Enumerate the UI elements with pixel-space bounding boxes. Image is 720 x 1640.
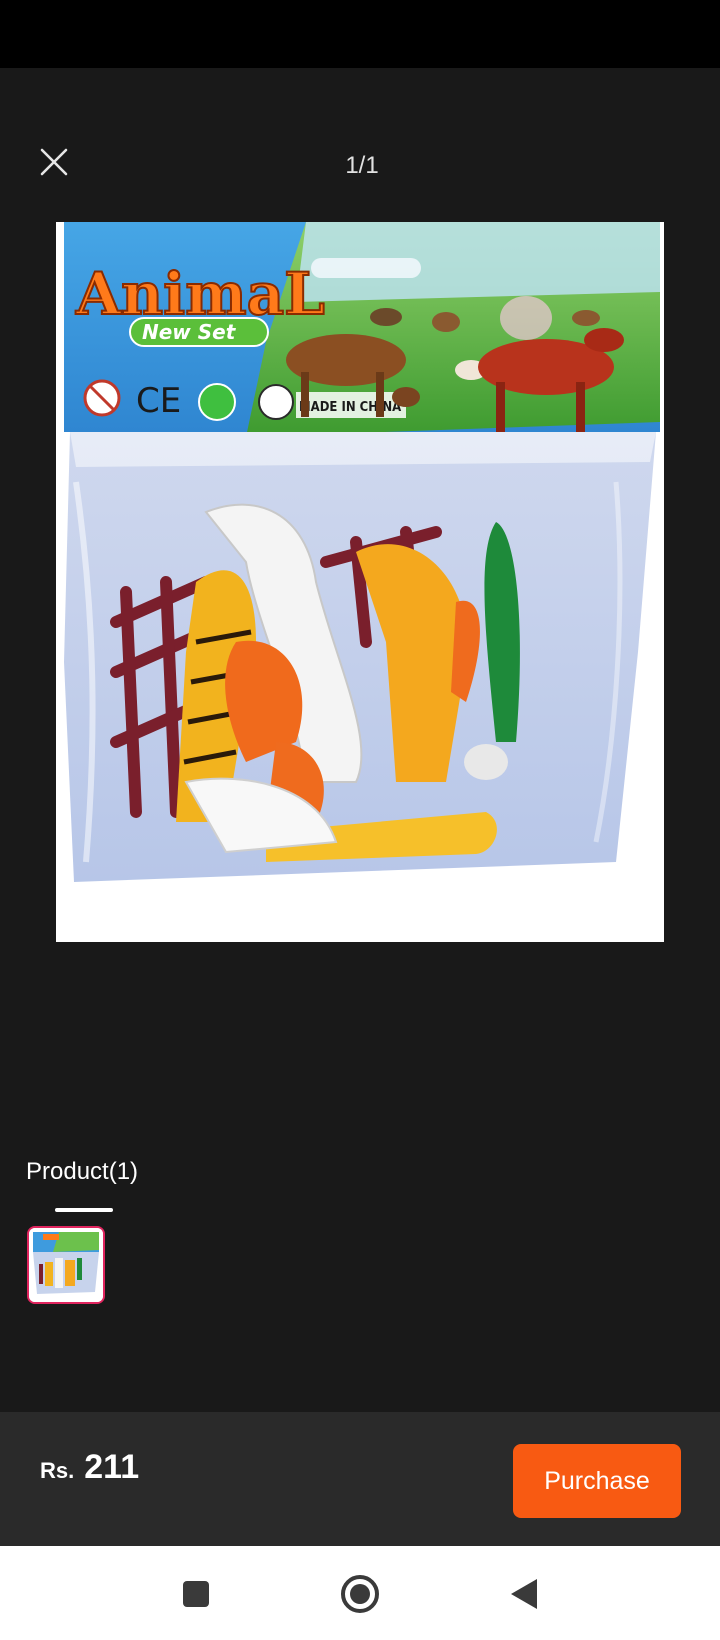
circle-home-icon	[341, 1575, 379, 1613]
screen: 1/1 AnimaL New Set CE MADE IN CHINA Prod…	[0, 0, 720, 1640]
product-photo: AnimaL New Set CE MADE IN CHINA	[64, 222, 660, 882]
triangle-back-icon	[511, 1579, 537, 1609]
product-thumbnail[interactable]	[27, 1226, 105, 1304]
price: Rs. 211	[40, 1448, 139, 1487]
home-button[interactable]	[338, 1572, 382, 1616]
subtitle-text: New Set	[142, 320, 237, 344]
ce-mark: CE	[136, 381, 181, 421]
square-recents-icon	[183, 1581, 209, 1607]
page-counter: 1/1	[345, 152, 379, 179]
price-value: 211	[84, 1448, 140, 1486]
product-image[interactable]: AnimaL New Set CE MADE IN CHINA	[56, 222, 664, 942]
back-button[interactable]	[502, 1572, 546, 1616]
product-thumbnail-image	[29, 1228, 103, 1302]
price-currency: Rs.	[40, 1458, 75, 1483]
status-bar	[0, 0, 720, 68]
close-icon	[40, 148, 68, 176]
close-button[interactable]	[30, 138, 78, 186]
made-in-text: MADE IN CHINA	[299, 400, 401, 415]
tab-product[interactable]: Product(1)	[26, 1158, 138, 1186]
purchase-button[interactable]: Purchase	[513, 1444, 681, 1518]
recents-button[interactable]	[174, 1572, 218, 1616]
tab-underline	[55, 1208, 113, 1212]
